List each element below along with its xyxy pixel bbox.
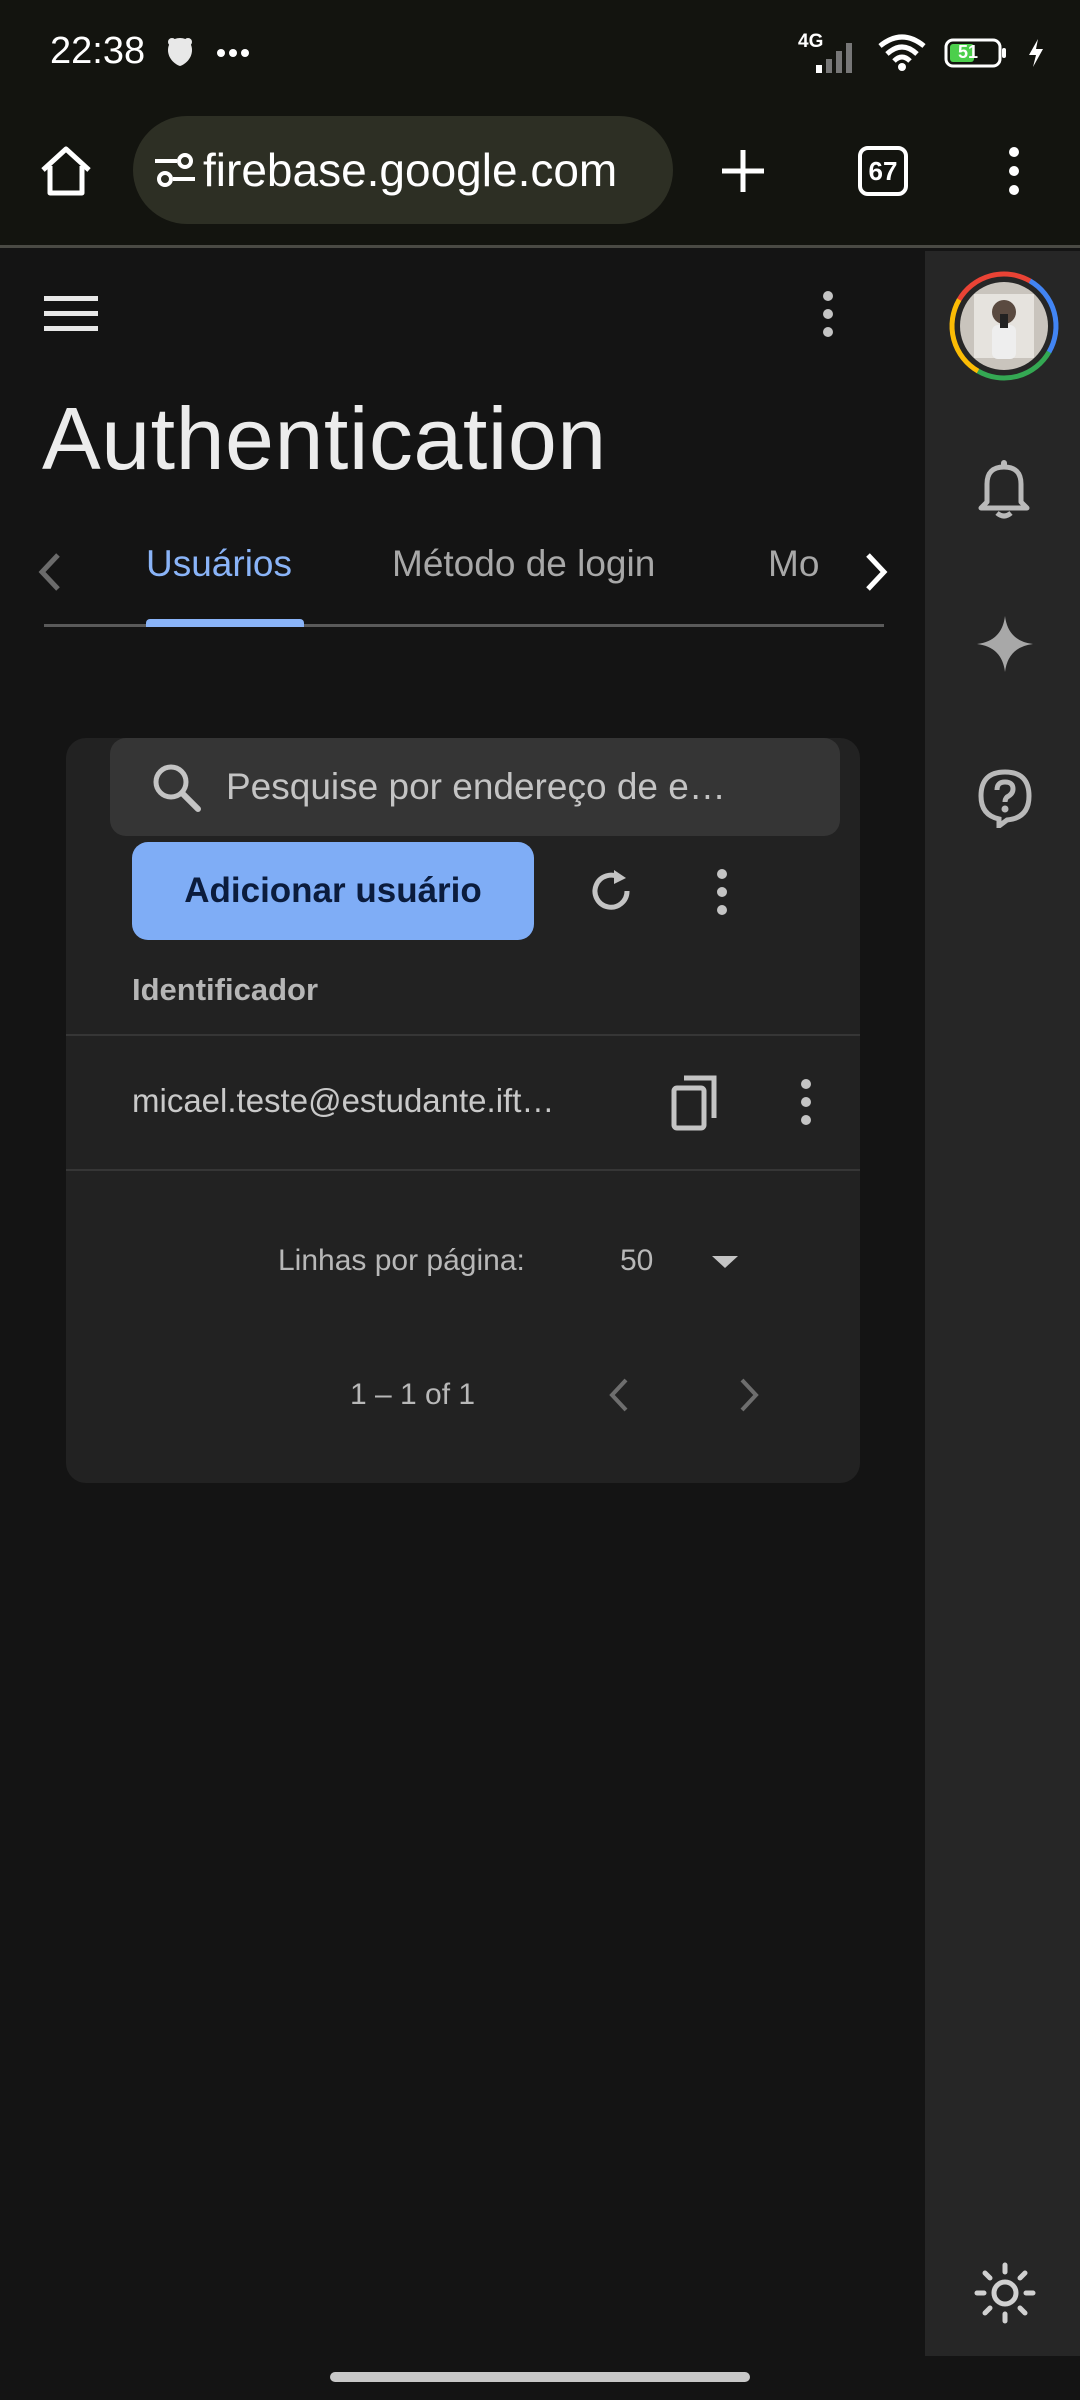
tab-active-indicator: [146, 619, 304, 627]
new-tab-icon[interactable]: [718, 146, 768, 196]
status-icons: 4G 51: [798, 28, 1046, 78]
tab-metodo-de-login[interactable]: Método de login: [392, 543, 655, 585]
rows-per-page-label: Linhas por página:: [278, 1244, 525, 1277]
menu-icon[interactable]: [1008, 146, 1020, 196]
previous-page-icon[interactable]: [606, 1376, 630, 1414]
notifications-bell-icon[interactable]: [975, 458, 1033, 520]
help-icon[interactable]: [977, 768, 1033, 828]
avatar[interactable]: [948, 270, 1060, 382]
pagination-range: 1 – 1 of 1: [350, 1378, 476, 1411]
search-placeholder: Pesquise por endereço de e…: [226, 766, 726, 807]
table-divider: [66, 1169, 860, 1171]
site-settings-icon[interactable]: [153, 152, 197, 188]
card-overflow-menu-icon[interactable]: [716, 868, 728, 916]
more-dots-icon: [216, 48, 250, 58]
notification-app-icon: [162, 34, 198, 70]
theme-brightness-icon[interactable]: [974, 2262, 1036, 2324]
right-rail: [925, 251, 1080, 2356]
battery-level: 51: [958, 42, 979, 62]
next-page-icon[interactable]: [738, 1376, 762, 1414]
signal-icon: 4G: [798, 31, 860, 75]
refresh-icon[interactable]: [586, 866, 636, 916]
copy-icon[interactable]: [670, 1074, 720, 1132]
address-bar[interactable]: firebase.google.com: [133, 116, 673, 224]
url-text[interactable]: firebase.google.com: [203, 143, 617, 197]
column-header-identificador[interactable]: Identificador: [132, 972, 318, 1008]
page-title: Authentication: [42, 389, 607, 488]
page-overflow-menu-icon[interactable]: [822, 290, 834, 338]
search-input[interactable]: Pesquise por endereço de e…: [110, 738, 840, 836]
home-indicator[interactable]: [330, 2372, 750, 2382]
wifi-icon: [878, 34, 926, 72]
search-icon: [150, 761, 202, 813]
gemini-sparkle-icon[interactable]: [975, 614, 1035, 674]
tab-usuarios[interactable]: Usuários: [146, 543, 292, 585]
tab-mo[interactable]: Mo: [768, 543, 819, 585]
battery-icon: 51: [944, 37, 1008, 69]
home-icon[interactable]: [38, 144, 94, 198]
add-user-button[interactable]: Adicionar usuário: [132, 842, 534, 940]
tabs-scroll-left-icon[interactable]: [36, 551, 62, 593]
tab-switcher-icon[interactable]: 67: [858, 146, 908, 196]
charging-icon: [1026, 37, 1046, 69]
user-identifier[interactable]: micael.teste@estudante.ift…: [132, 1082, 554, 1120]
hamburger-menu-icon[interactable]: [44, 294, 98, 334]
tabs-scroll-right-icon[interactable]: [864, 551, 890, 593]
status-time: 22:38: [50, 30, 146, 72]
rows-per-page-select[interactable]: 50: [620, 1244, 653, 1278]
dropdown-arrow-icon[interactable]: [710, 1254, 740, 1270]
row-overflow-menu-icon[interactable]: [800, 1078, 812, 1126]
